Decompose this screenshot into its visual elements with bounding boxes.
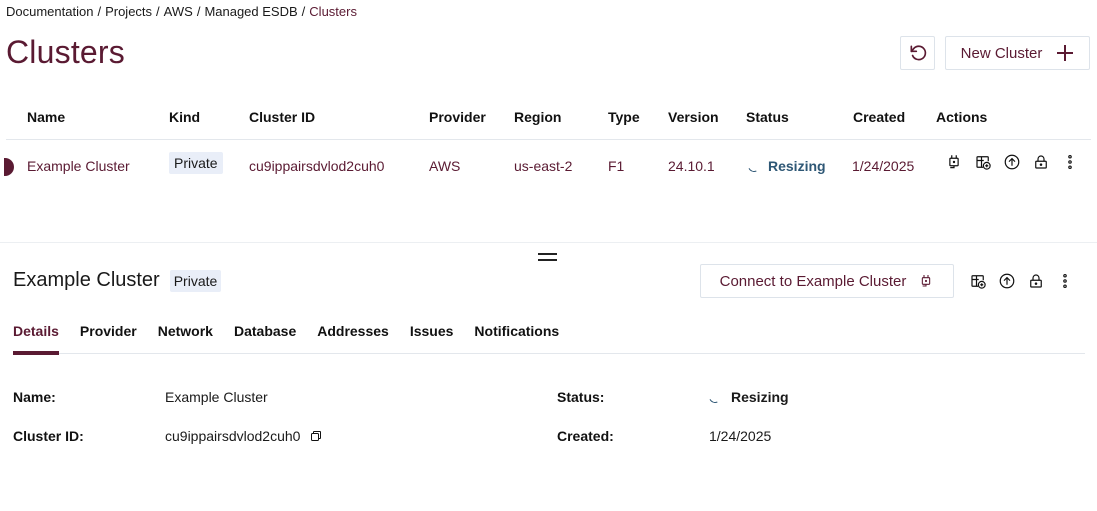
column-header-name[interactable]: Name — [27, 109, 65, 125]
more-actions-button[interactable] — [1060, 152, 1080, 172]
upgrade-icon — [1004, 154, 1020, 170]
column-header-version[interactable]: Version — [668, 109, 719, 125]
add-storage-icon — [971, 275, 986, 289]
column-header-created[interactable]: Created — [853, 109, 905, 125]
cell-name[interactable]: Example Cluster — [27, 158, 130, 174]
connect-icon — [949, 155, 959, 169]
tab-addresses[interactable]: Addresses — [317, 320, 389, 354]
column-header-actions: Actions — [936, 109, 988, 125]
cell-cluster-id: cu9ippairsdvlod2cuh0 — [249, 158, 385, 174]
column-header-cluster-id[interactable]: Cluster ID — [249, 109, 315, 125]
spinner-icon — [746, 158, 762, 174]
cell-status: Resizing — [746, 158, 826, 174]
connect-to-cluster-button[interactable]: Connect to Example Cluster — [700, 264, 954, 298]
upgrade-button[interactable] — [1002, 152, 1022, 172]
more-vertical-icon — [1063, 273, 1067, 289]
cell-region: us-east-2 — [514, 158, 573, 174]
cell-provider: AWS — [429, 158, 461, 174]
lock-button[interactable] — [1031, 152, 1051, 172]
name-label: Name: — [13, 389, 56, 405]
breadcrumb: Documentation / Projects / AWS / Managed ESDB /… — [6, 4, 357, 19]
add-storage-icon — [976, 156, 991, 170]
cluster-id-value: cu9ippairsdvlod2cuh0 — [165, 428, 301, 444]
detail-actions — [968, 271, 1075, 291]
status-value: Resizing — [731, 389, 789, 405]
status-label: Status: — [557, 389, 605, 405]
lock-button[interactable] — [1026, 271, 1046, 291]
breadcrumb-managed-esdb[interactable]: Managed ESDB — [204, 4, 297, 19]
refresh-icon — [910, 45, 926, 61]
selected-row-marker — [4, 158, 14, 176]
cell-version: 24.10.1 — [668, 158, 715, 174]
breadcrumb-current: Clusters — [309, 4, 357, 19]
detail-tabs: Details Provider Network Database Addres… — [13, 320, 1085, 355]
add-storage-button[interactable] — [973, 152, 993, 172]
table-header: Name Kind Cluster ID Provider Region Typ… — [6, 100, 1091, 140]
cluster-id-label: Cluster ID: — [13, 428, 84, 444]
tab-issues[interactable]: Issues — [410, 320, 454, 354]
name-value: Example Cluster — [165, 389, 268, 405]
cluster-id-field: cu9ippairsdvlod2cuh0 — [165, 428, 322, 444]
connect-label: Connect to Example Cluster — [719, 272, 907, 290]
new-cluster-button[interactable]: New Cluster — [945, 36, 1090, 70]
created-label: Created: — [557, 428, 614, 444]
kind-badge: Private — [169, 152, 223, 174]
detail-header: Example Cluster Private — [13, 269, 222, 292]
page-title: Clusters — [6, 34, 125, 70]
column-header-region[interactable]: Region — [514, 109, 561, 125]
copy-icon[interactable] — [310, 430, 322, 442]
created-value: 1/24/2025 — [709, 428, 772, 444]
clusters-table: Name Kind Cluster ID Provider Region Typ… — [4, 100, 1091, 194]
new-cluster-label: New Cluster — [960, 44, 1043, 62]
status-field: Resizing — [707, 389, 789, 405]
cell-created: 1/24/2025 — [852, 158, 915, 174]
column-header-type[interactable]: Type — [608, 109, 640, 125]
column-header-provider[interactable]: Provider — [429, 109, 486, 125]
tab-details[interactable]: Details — [13, 320, 59, 355]
more-vertical-icon — [1068, 154, 1072, 170]
more-actions-button[interactable] — [1055, 271, 1075, 291]
breadcrumb-separator: / — [156, 4, 160, 19]
breadcrumb-separator: / — [196, 4, 201, 19]
breadcrumb-documentation[interactable]: Documentation — [6, 4, 93, 19]
breadcrumb-separator: / — [301, 4, 306, 19]
column-header-status[interactable]: Status — [746, 109, 789, 125]
connect-button[interactable] — [944, 152, 964, 172]
breadcrumb-aws[interactable]: AWS — [164, 4, 193, 19]
spinner-icon — [707, 389, 723, 405]
cell-type: F1 — [608, 158, 625, 174]
kind-badge: Private — [169, 269, 222, 292]
row-actions — [944, 152, 1080, 172]
tab-provider[interactable]: Provider — [80, 320, 137, 354]
panel-divider — [0, 242, 1097, 243]
lock-icon — [1035, 155, 1047, 169]
breadcrumb-projects[interactable]: Projects — [105, 4, 152, 19]
detail-title: Example Cluster — [13, 269, 160, 291]
tab-database[interactable]: Database — [234, 320, 296, 354]
table-row[interactable]: Example Cluster Private cu9ippairsdvlod2… — [4, 140, 1091, 194]
tab-network[interactable]: Network — [158, 320, 213, 354]
refresh-button[interactable] — [900, 36, 935, 70]
upgrade-button[interactable] — [997, 271, 1017, 291]
status-text: Resizing — [768, 158, 826, 174]
column-header-kind[interactable]: Kind — [169, 109, 200, 125]
upgrade-icon — [999, 273, 1015, 289]
tab-notifications[interactable]: Notifications — [474, 320, 559, 354]
lock-icon — [1030, 274, 1042, 288]
plus-icon — [1057, 45, 1074, 61]
breadcrumb-separator: / — [97, 4, 102, 19]
resize-handle[interactable] — [538, 252, 557, 262]
add-storage-button[interactable] — [968, 271, 988, 291]
connect-icon — [922, 275, 931, 287]
cell-kind: Private — [169, 152, 223, 174]
